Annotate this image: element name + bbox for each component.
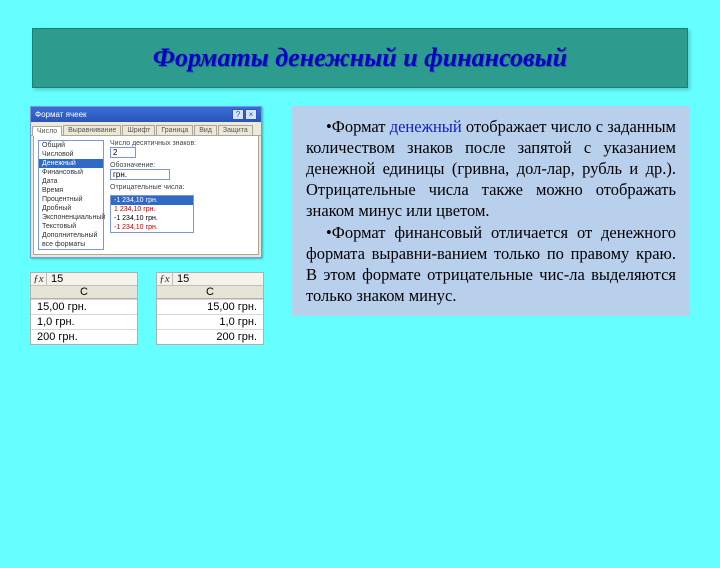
cat-special[interactable]: Дополнительный <box>39 231 103 240</box>
cat-date[interactable]: Дата <box>39 177 103 186</box>
cat-custom[interactable]: все форматы <box>39 240 103 249</box>
dialog-body: Общий Числовой Денежный Финансовый Дата … <box>33 136 259 255</box>
decimal-spinner[interactable]: 2 <box>110 147 136 158</box>
left-column: Формат ячеек ? × Число Выравнивание Шриф… <box>30 106 278 345</box>
cat-scientific[interactable]: Экспоненциальный <box>39 213 103 222</box>
fx-icon[interactable]: ƒx <box>31 273 47 285</box>
close-button[interactable]: × <box>245 109 257 120</box>
sheet-currency: ƒx 15 C 15,00 грн. 1,0 грн. 200 грн. <box>30 272 138 345</box>
cat-accounting[interactable]: Финансовый <box>39 168 103 177</box>
slide-title: Форматы денежный и финансовый <box>43 43 677 73</box>
p1-keyword: денежный <box>390 117 462 136</box>
cell-l1: 15,00 грн. <box>31 299 137 314</box>
help-button[interactable]: ? <box>232 109 244 120</box>
cat-currency[interactable]: Денежный <box>39 159 103 168</box>
cell-l3: 200 грн. <box>31 329 137 344</box>
tab-fill[interactable]: Вид <box>194 125 217 135</box>
sample-4[interactable]: -1 234,10 грн. <box>111 223 193 232</box>
cat-number[interactable]: Числовой <box>39 150 103 159</box>
tab-protect[interactable]: Защита <box>218 125 253 135</box>
cell-r3: 200 грн. <box>157 329 263 344</box>
sample-1[interactable]: -1 234,10 грн. <box>111 196 193 205</box>
currency-label: Обозначение: <box>110 162 254 169</box>
tab-alignment[interactable]: Выравнивание <box>63 125 121 135</box>
format-cells-dialog: Формат ячеек ? × Число Выравнивание Шриф… <box>30 106 262 258</box>
dialog-titlebar: Формат ячеек ? × <box>31 107 261 122</box>
tab-font[interactable]: Шрифт <box>122 125 155 135</box>
cat-general[interactable]: Общий <box>39 141 103 150</box>
slide-title-bar: Форматы денежный и финансовый <box>32 28 688 88</box>
p2-text: Формат финансовый отличается от денежног… <box>306 223 676 305</box>
tab-number[interactable]: Число <box>32 126 62 136</box>
negative-samples[interactable]: -1 234,10 грн. 1 234,10 грн. -1 234,10 г… <box>110 195 194 233</box>
fx-value-right: 15 <box>173 273 193 285</box>
sheet-accounting: ƒx 15 C 15,00 грн. 1,0 грн. 200 грн. <box>156 272 264 345</box>
paragraph-1: •Формат денежный отображает число с зада… <box>306 116 676 222</box>
cat-fraction[interactable]: Дробный <box>39 204 103 213</box>
cell-l2: 1,0 грн. <box>31 314 137 329</box>
content-row: Формат ячеек ? × Число Выравнивание Шриф… <box>0 106 720 345</box>
right-column: •Формат денежный отображает число с зада… <box>292 106 690 345</box>
cat-text[interactable]: Текстовый <box>39 222 103 231</box>
category-list[interactable]: Общий Числовой Денежный Финансовый Дата … <box>38 140 104 250</box>
col-header-right: C <box>157 286 263 299</box>
paragraph-2: •Формат финансовый отличается от денежно… <box>306 222 676 306</box>
sample-3[interactable]: -1 234,10 грн. <box>111 214 193 223</box>
dialog-right-pane: Число десятичных знаков: 2 Обозначение: … <box>110 140 254 250</box>
sample-tables: ƒx 15 C 15,00 грн. 1,0 грн. 200 грн. ƒx … <box>30 272 278 345</box>
cat-percent[interactable]: Процентный <box>39 195 103 204</box>
dialog-tabs: Число Выравнивание Шрифт Граница Вид Защ… <box>31 122 261 136</box>
decimal-label: Число десятичных знаков: <box>110 140 254 147</box>
sample-2[interactable]: 1 234,10 грн. <box>111 205 193 214</box>
fx-icon[interactable]: ƒx <box>157 273 173 285</box>
col-header-left: C <box>31 286 137 299</box>
cell-r1: 15,00 грн. <box>157 299 263 314</box>
cat-time[interactable]: Время <box>39 186 103 195</box>
negative-label: Отрицательные числа: <box>110 184 254 191</box>
dialog-title: Формат ячеек <box>35 110 87 119</box>
fx-value-left: 15 <box>47 273 67 285</box>
p1-lead: Формат <box>332 117 390 136</box>
currency-select[interactable]: грн. <box>110 169 170 180</box>
cell-r2: 1,0 грн. <box>157 314 263 329</box>
description-box: •Формат денежный отображает число с зада… <box>292 106 690 316</box>
tab-border[interactable]: Граница <box>156 125 193 135</box>
